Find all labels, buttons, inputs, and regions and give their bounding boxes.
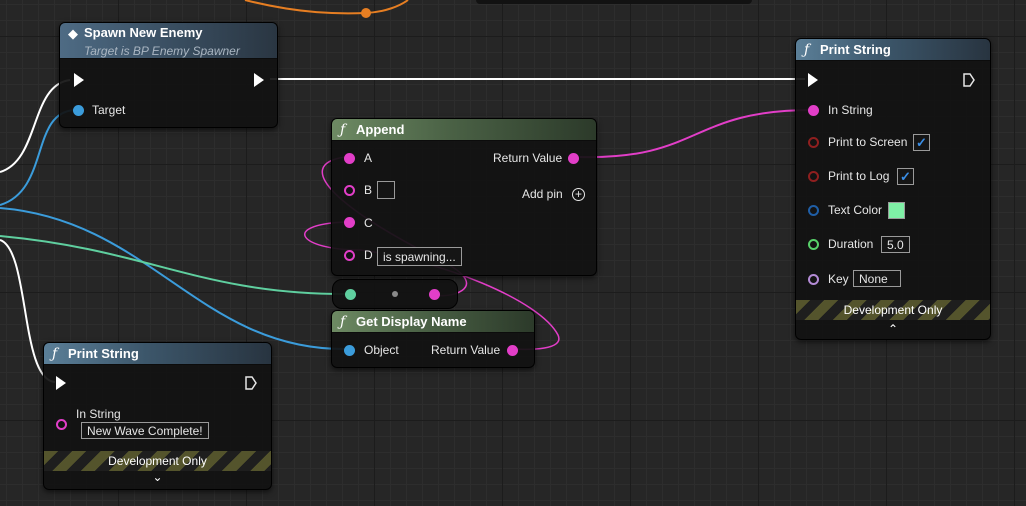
print-right-title: Print String	[820, 42, 891, 57]
reroute-node[interactable]	[332, 279, 458, 309]
in-string-pin[interactable]	[56, 419, 67, 430]
return-value-pin[interactable]	[507, 345, 518, 356]
print-to-log-pin[interactable]	[808, 171, 819, 182]
exec-in-pin[interactable]	[74, 73, 84, 87]
function-icon: ƒ	[804, 42, 810, 58]
append-node[interactable]: ƒ Append A B C D is spawning... Return V…	[331, 118, 597, 276]
key-label: Key	[828, 272, 849, 286]
text-color-pin[interactable]	[808, 205, 819, 216]
print-to-screen-label: Print to Screen	[828, 135, 908, 149]
add-pin-icon[interactable]: +	[572, 188, 585, 201]
c-label: C	[364, 216, 373, 230]
print-string-node-left[interactable]: ƒ Print String In String New Wave Comple…	[43, 342, 272, 490]
reroute-in-pin[interactable]	[345, 289, 356, 300]
object-pin[interactable]	[344, 345, 355, 356]
append-title: Append	[356, 122, 405, 137]
object-label: Object	[364, 343, 399, 357]
spawn-node-subtitle: Target is BP Enemy Spawner	[84, 44, 240, 58]
key-input[interactable]: None	[853, 270, 901, 287]
print-to-screen-checkbox[interactable]: ✓	[913, 134, 930, 151]
duration-pin[interactable]	[808, 239, 819, 250]
in-string-label: In String	[828, 103, 873, 117]
append-header[interactable]: ƒ Append	[332, 119, 596, 141]
print-string-node-right[interactable]: ƒ Print String In String Print to Screen…	[795, 38, 991, 340]
d-input[interactable]: is spawning...	[377, 247, 462, 266]
b-input[interactable]	[377, 181, 395, 199]
add-pin-label: Add pin	[522, 187, 563, 201]
duration-label: Duration	[828, 237, 874, 251]
reroute-center-dot	[392, 291, 398, 297]
exec-in-pin[interactable]	[808, 73, 818, 87]
text-color-label: Text Color	[828, 203, 883, 217]
a-pin[interactable]	[344, 153, 355, 164]
text-color-swatch[interactable]	[888, 202, 905, 219]
print-to-screen-pin[interactable]	[808, 137, 819, 148]
development-only-banner: Development Only	[796, 300, 990, 320]
exec-in-pin[interactable]	[56, 376, 66, 390]
return-value-label: Return Value	[431, 343, 501, 357]
b-pin[interactable]	[344, 185, 355, 196]
duration-input[interactable]: 5.0	[881, 236, 910, 253]
collapse-chevron-icon[interactable]: ⌃	[796, 322, 990, 336]
print-to-log-label: Print to Log	[828, 169, 890, 183]
function-icon: ƒ	[340, 314, 346, 330]
b-label: B	[364, 183, 373, 197]
d-pin[interactable]	[344, 250, 355, 261]
expand-chevron-icon[interactable]: ⌄	[44, 470, 271, 484]
print-left-header[interactable]: ƒ Print String	[44, 343, 271, 365]
target-label: Target	[92, 103, 126, 117]
spawn-new-enemy-node[interactable]: ◆ Spawn New Enemy Target is BP Enemy Spa…	[59, 22, 278, 128]
get-display-name-node[interactable]: ƒ Get Display Name Object Return Value	[331, 310, 535, 368]
spawn-node-title: Spawn New Enemy	[84, 25, 203, 40]
print-right-header[interactable]: ƒ Print String	[796, 39, 990, 61]
display-name-header[interactable]: ƒ Get Display Name	[332, 311, 534, 333]
orange-reroute-dot	[361, 8, 371, 18]
return-value-pin[interactable]	[568, 153, 579, 164]
in-string-label: In String	[76, 407, 121, 421]
in-string-pin[interactable]	[808, 105, 819, 116]
a-label: A	[364, 151, 373, 165]
string-wire-return	[579, 109, 813, 159]
d-label: D	[364, 248, 373, 262]
return-value-label: Return Value	[493, 151, 563, 165]
target-pin[interactable]	[73, 105, 84, 116]
development-only-banner: Development Only	[44, 451, 271, 471]
c-pin[interactable]	[344, 217, 355, 228]
function-icon: ƒ	[52, 346, 58, 362]
green-wire	[0, 235, 346, 295]
orange-wire	[244, 0, 409, 15]
reroute-out-pin[interactable]	[429, 289, 440, 300]
spawn-node-header[interactable]: ◆ Spawn New Enemy Target is BP Enemy Spa…	[60, 23, 277, 59]
exec-out-pin[interactable]	[244, 375, 258, 391]
event-icon: ◆	[68, 27, 78, 42]
key-pin[interactable]	[808, 274, 819, 285]
print-left-title: Print String	[68, 346, 139, 361]
exec-out-pin[interactable]	[254, 73, 264, 87]
print-to-log-checkbox[interactable]: ✓	[897, 168, 914, 185]
function-icon: ƒ	[340, 122, 346, 138]
exec-out-pin[interactable]	[962, 72, 976, 88]
object-wire-display	[0, 207, 346, 351]
in-string-input[interactable]: New Wave Complete!	[81, 422, 209, 439]
display-name-title: Get Display Name	[356, 314, 467, 329]
offscreen-node-edge	[476, 0, 752, 4]
